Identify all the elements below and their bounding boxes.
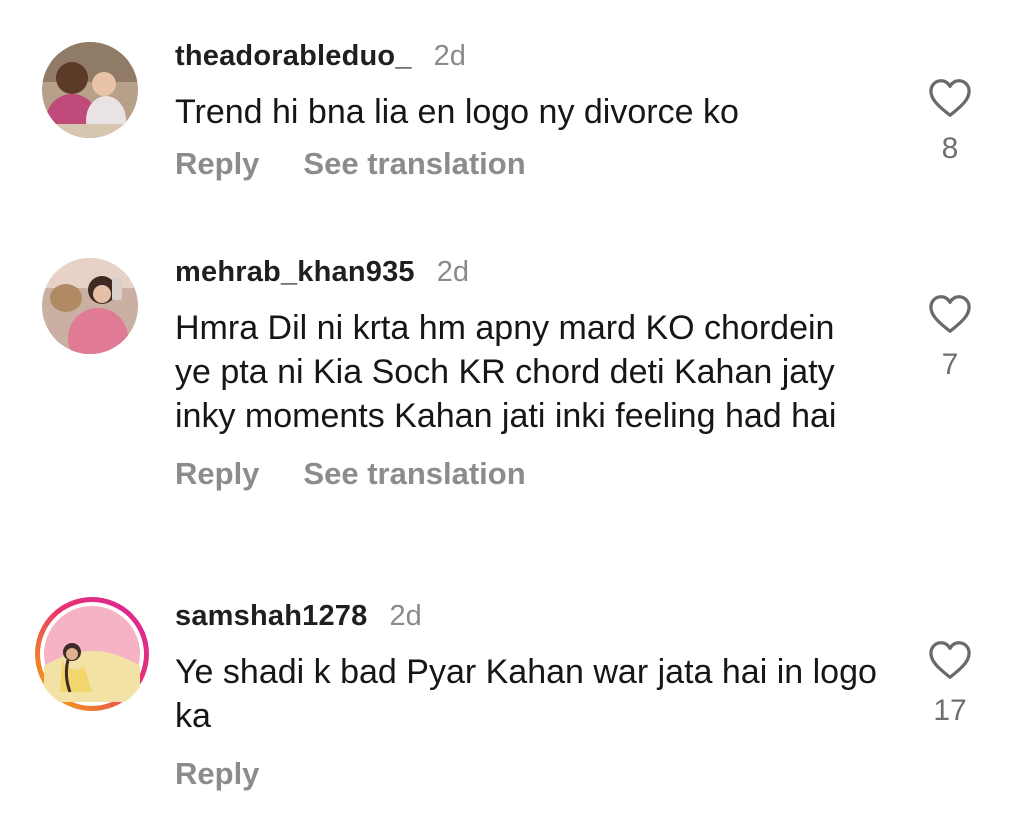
comment-actions: Reply <box>175 752 895 796</box>
reply-button[interactable]: Reply <box>175 456 259 492</box>
heart-icon[interactable] <box>928 78 972 118</box>
avatar[interactable] <box>42 42 138 138</box>
story-ring-avatar-icon <box>35 597 149 711</box>
user-photo-icon <box>42 258 138 354</box>
comment-text: Ye shadi k bad Pyar Kahan war jata hai i… <box>175 653 877 735</box>
like-count: 17 <box>933 694 967 727</box>
comment-meta: samshah1278 2d <box>175 600 895 640</box>
like-area: 7 <box>920 294 980 382</box>
avatar[interactable] <box>34 596 150 712</box>
timestamp: 2d <box>436 256 470 288</box>
user-photo-icon <box>42 42 138 138</box>
comment-actions: Reply See translation <box>175 452 895 496</box>
reply-button[interactable]: Reply <box>175 756 259 792</box>
avatar[interactable] <box>42 258 138 354</box>
like-count: 7 <box>941 348 959 381</box>
see-translation-button[interactable]: See translation <box>303 456 525 492</box>
comment-body: mehrab_khan935 2d Hmra Dil ni krta hm ap… <box>175 256 895 496</box>
timestamp: 2d <box>389 600 422 632</box>
comment-body: samshah1278 2d Ye shadi k bad Pyar Kahan… <box>175 600 895 796</box>
timestamp: 2d <box>433 40 466 72</box>
comment-text: Trend hi bna lia en logo ny divorce ko <box>175 93 739 131</box>
reply-button[interactable]: Reply <box>175 146 259 182</box>
username[interactable]: samshah1278 <box>175 600 367 633</box>
like-area: 17 <box>920 640 980 728</box>
like-count: 8 <box>941 132 959 165</box>
like-area: 8 <box>920 78 980 166</box>
username[interactable]: mehrab_khan935 <box>175 256 415 289</box>
see-translation-button[interactable]: See translation <box>303 146 525 182</box>
comment-meta: theadorableduo_ 2d <box>175 40 895 80</box>
comment-meta: mehrab_khan935 2d <box>175 256 895 296</box>
username[interactable]: theadorableduo_ <box>175 40 412 73</box>
comment-actions: Reply See translation <box>175 142 895 186</box>
comment-text: Hmra Dil ni krta hm apny mard KO chordei… <box>175 309 837 435</box>
heart-icon[interactable] <box>928 294 972 334</box>
comment-body: theadorableduo_ 2d Trend hi bna lia en l… <box>175 40 895 186</box>
heart-icon[interactable] <box>928 640 972 680</box>
